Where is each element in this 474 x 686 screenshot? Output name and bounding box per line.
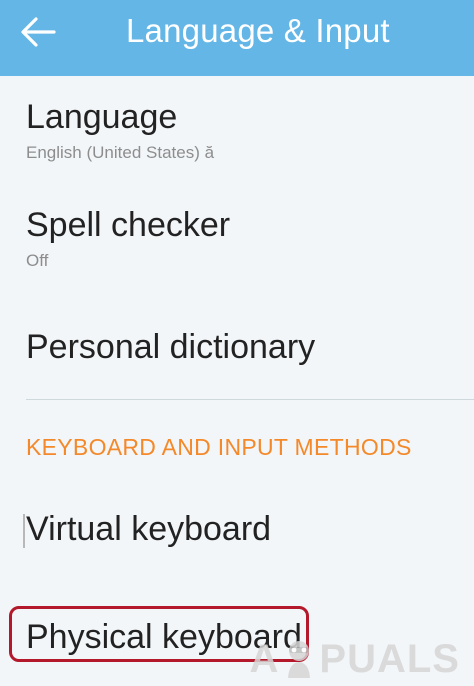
spell-checker-summary: Off (26, 251, 49, 270)
spell-checker-title: Spell checker (26, 206, 231, 244)
section-divider (26, 399, 474, 400)
language-title: Language (26, 98, 178, 136)
personal-dictionary-setting[interactable]: Personal dictionary (0, 330, 474, 364)
keyboard-section-header: KEYBOARD AND INPUT METHODS (26, 434, 412, 460)
language-setting[interactable]: Language English (United States) ă (0, 100, 474, 161)
mascot-icon (288, 640, 311, 678)
language-summary: English (United States) ă (26, 143, 215, 162)
spell-checker-setting[interactable]: Spell checker Off (0, 208, 474, 269)
virtual-keyboard-title: Virtual keyboard (26, 510, 272, 548)
appuals-watermark: A PUALS (250, 637, 460, 682)
app-bar: Language & Input (0, 0, 474, 76)
virtual-keyboard-setting[interactable]: Virtual keyboard (0, 512, 474, 546)
personal-dictionary-title: Personal dictionary (26, 328, 316, 366)
watermark-text-a: A (249, 637, 280, 681)
watermark-text-b: PUALS (319, 637, 460, 681)
page-title: Language & Input (126, 12, 390, 49)
back-button[interactable] (14, 8, 62, 56)
arrow-left-icon (21, 17, 56, 47)
